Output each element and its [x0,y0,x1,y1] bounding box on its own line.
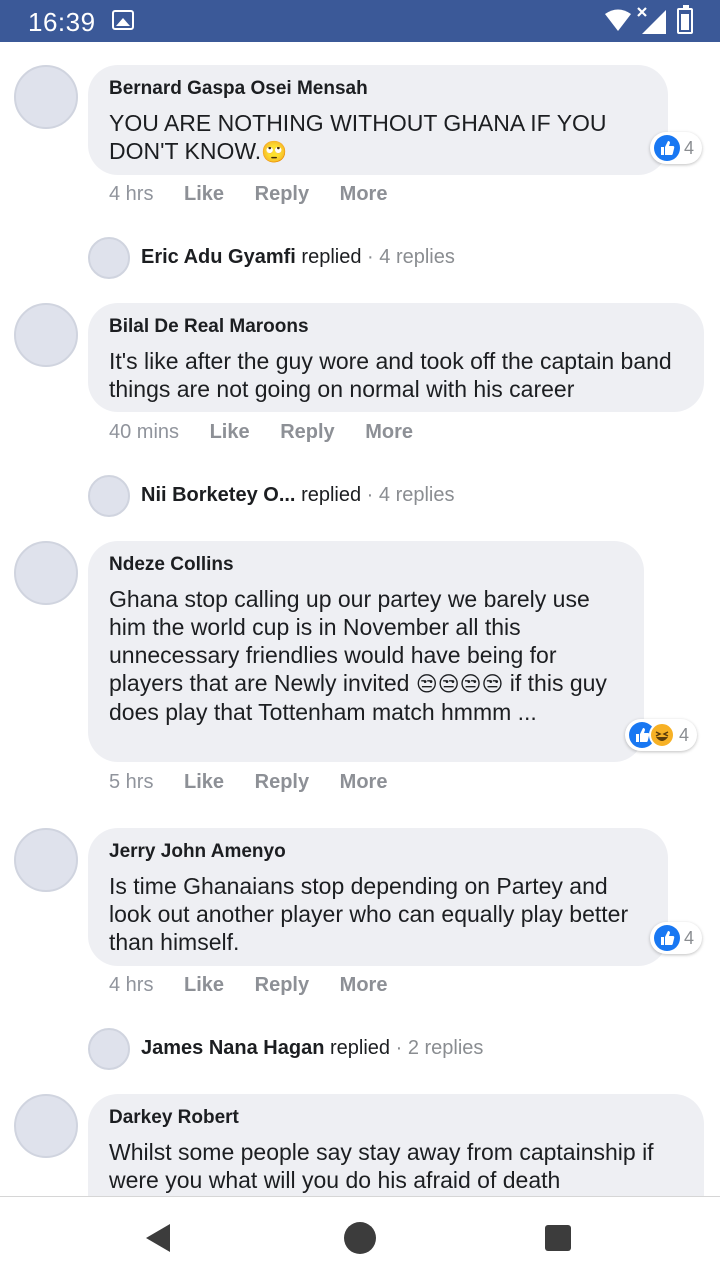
reply-count: 4 replies [379,246,455,268]
reaction-summary[interactable]: 4 [625,719,698,751]
reply-author: Eric Adu Gyamfi [141,246,296,268]
avatar[interactable] [88,1028,130,1070]
like-reaction-icon [654,135,680,161]
reaction-summary[interactable]: 4 [650,922,703,954]
separator: · [367,246,374,268]
more-button[interactable]: More [340,183,388,206]
comment-author[interactable]: Bernard Gaspa Osei Mensah [109,77,648,101]
avatar[interactable] [14,541,78,605]
more-button[interactable]: More [340,974,388,997]
like-button[interactable]: Like [184,771,224,794]
reply-button[interactable]: Reply [255,771,309,794]
comment-time: 40 mins [109,421,180,443]
comment-text: Ghana stop calling up our partey we bare… [109,586,607,725]
comment-time: 4 hrs [109,183,154,205]
reply-count: 2 replies [407,1037,484,1059]
reaction-summary[interactable]: 4 [650,132,703,164]
comment-bubble[interactable]: Bilal De Real Maroons It's like after th… [88,303,704,412]
comment-author[interactable]: Jerry John Amenyo [109,840,648,864]
comment-text: Whilst some people say stay away from ca… [109,1139,654,1193]
battery-icon [677,5,693,34]
comment-text: YOU ARE NOTHING WITHOUT GHANA IF YOU DON… [109,110,607,164]
haha-reaction-icon [649,722,675,748]
avatar[interactable] [14,1094,78,1158]
comment-meta: 4 hrs Like Reply More [109,974,387,997]
comment-meta: 4 hrs Like Reply More [109,183,387,206]
comment-text: Is time Ghanaians stop depending on Part… [109,873,629,955]
like-reaction-icon [654,925,680,951]
comment-time: 4 hrs [109,974,154,996]
navigation-bar [0,1196,720,1280]
separator: · [366,484,374,506]
view-replies-link[interactable]: Eric Adu Gyamfi replied · 4 replies [141,246,455,269]
comment-text: It's like after the guy wore and took of… [109,348,672,402]
comment-bubble[interactable]: Ndeze Collins Ghana stop calling up our … [88,541,644,762]
avatar[interactable] [14,65,78,129]
avatar[interactable] [14,828,78,892]
more-button[interactable]: More [365,421,413,444]
status-time: 16:39 [28,7,96,37]
status-bar: 16:39 [0,0,720,42]
reply-verb: replied [301,246,362,268]
back-icon[interactable] [146,1224,170,1252]
reaction-count: 4 [684,927,695,948]
reply-button[interactable]: Reply [255,183,309,206]
like-button[interactable]: Like [184,974,224,997]
recents-icon[interactable] [545,1225,571,1251]
reply-verb: replied [329,1037,391,1059]
comment-bubble[interactable]: Bernard Gaspa Osei Mensah YOU ARE NOTHIN… [88,65,668,175]
comment-bubble[interactable]: Jerry John Amenyo Is time Ghanaians stop… [88,828,668,966]
comment-author[interactable]: Darkey Robert [109,1106,684,1130]
avatar[interactable] [14,303,78,367]
reply-button[interactable]: Reply [280,421,334,444]
avatar[interactable] [88,475,130,517]
reply-count: 4 replies [378,484,455,506]
comment-time: 5 hrs [109,771,154,793]
comment-meta: 40 mins Like Reply More [109,421,413,444]
avatar[interactable] [88,237,130,279]
reply-button[interactable]: Reply [255,974,309,997]
comment-author[interactable]: Bilal De Real Maroons [109,315,684,339]
comment-bubble[interactable]: Darkey Robert Whilst some people say sta… [88,1094,704,1196]
unamused-emoji: 😒😒😒😒 [415,672,504,696]
comment-meta: 5 hrs Like Reply More [109,771,387,794]
reply-author: James Nana Hagan [141,1037,325,1059]
eye-roll-emoji: 🙄 [261,140,288,164]
more-button[interactable]: More [340,771,388,794]
comments-feed[interactable]: Bernard Gaspa Osei Mensah YOU ARE NOTHIN… [0,42,720,1196]
like-button[interactable]: Like [184,183,224,206]
wifi-icon [605,9,631,31]
view-replies-link[interactable]: James Nana Hagan replied · 2 replies [141,1037,483,1060]
gallery-icon [112,10,134,30]
reply-author: Nii Borketey O... [141,484,296,506]
reply-verb: replied [301,484,362,506]
comment-author[interactable]: Ndeze Collins [109,553,624,577]
reaction-count: 4 [684,137,695,158]
separator: · [395,1037,403,1059]
home-icon[interactable] [344,1222,376,1254]
like-button[interactable]: Like [210,421,250,444]
reaction-count: 4 [679,724,690,745]
view-replies-link[interactable]: Nii Borketey O... replied · 4 replies [141,484,455,507]
signal-icon [637,7,666,34]
